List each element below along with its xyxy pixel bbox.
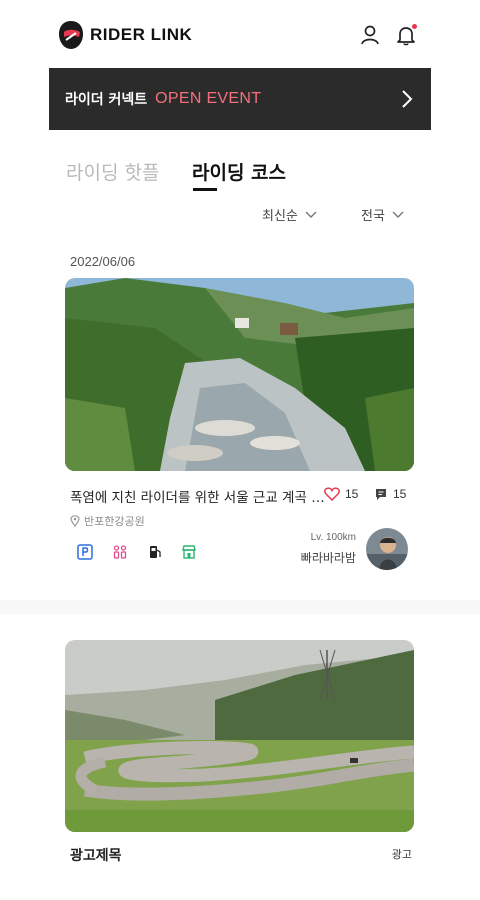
course-location: 반포한강공원 <box>70 513 145 529</box>
parking-icon <box>77 544 93 560</box>
user-icon[interactable] <box>359 24 381 46</box>
ad-card[interactable]: 광고제목 광고 <box>58 625 422 875</box>
notification-button[interactable] <box>395 24 417 46</box>
ad-title[interactable]: 광고제목 <box>70 845 122 865</box>
chevron-down-icon <box>305 211 317 218</box>
rider-avatar-image <box>366 528 408 570</box>
course-date: 2022/06/06 <box>70 254 136 269</box>
winding-road-image <box>65 640 414 832</box>
active-tab-indicator <box>193 188 217 191</box>
notification-dot <box>412 24 417 29</box>
banner-label: 라이더 커넥트 <box>65 92 148 108</box>
sort-dropdown[interactable]: 최신순 <box>262 205 317 224</box>
course-photo[interactable] <box>65 278 414 471</box>
chevron-right-icon <box>402 90 413 108</box>
chevron-down-icon <box>392 211 404 218</box>
banner-event-label: OPEN EVENT <box>155 90 262 107</box>
ad-badge: 광고 <box>391 848 412 861</box>
section-divider <box>0 600 480 614</box>
like-count: 15 <box>345 487 359 501</box>
like-button[interactable]: 15 <box>324 487 358 501</box>
app-header: RIDER LINK <box>0 0 480 70</box>
tab-riding-hotplace[interactable]: 라이딩 핫플 <box>66 158 159 185</box>
tab-riding-course[interactable]: 라이딩 코스 <box>192 158 286 185</box>
location-label: 반포한강공원 <box>84 515 145 528</box>
sort-value: 최신순 <box>262 209 298 224</box>
avatar[interactable] <box>366 528 408 570</box>
course-title[interactable]: 폭염에 지친 라이더를 위한 서울 근교 계곡 라이딩 <box>70 486 325 506</box>
comment-button[interactable]: 15 <box>374 487 406 501</box>
store-icon <box>182 545 196 559</box>
rider-level: Lv. 100km <box>310 532 356 543</box>
location-pin-icon <box>70 515 80 527</box>
region-dropdown[interactable]: 전국 <box>361 205 404 224</box>
restroom-icon <box>113 545 127 559</box>
helmet-logo-icon <box>59 21 83 49</box>
valley-stream-image <box>65 278 414 471</box>
brand-logo[interactable]: RIDER LINK <box>58 20 192 50</box>
comment-count: 15 <box>393 487 407 501</box>
course-card[interactable]: 2022/06/06 폭염에 지친 라이더를 위한 서울 근교 계곡 라이딩 1… <box>58 240 422 580</box>
ad-photo[interactable] <box>65 640 414 832</box>
brand-name: RIDER LINK <box>90 25 193 44</box>
comment-icon <box>376 489 386 500</box>
heart-icon <box>324 487 340 501</box>
event-banner[interactable]: 라이더 커넥트 OPEN EVENT <box>49 68 431 130</box>
gas-station-icon <box>150 546 161 558</box>
region-value: 전국 <box>361 209 385 224</box>
rider-name[interactable]: 빠라바라밤 <box>301 549 356 566</box>
